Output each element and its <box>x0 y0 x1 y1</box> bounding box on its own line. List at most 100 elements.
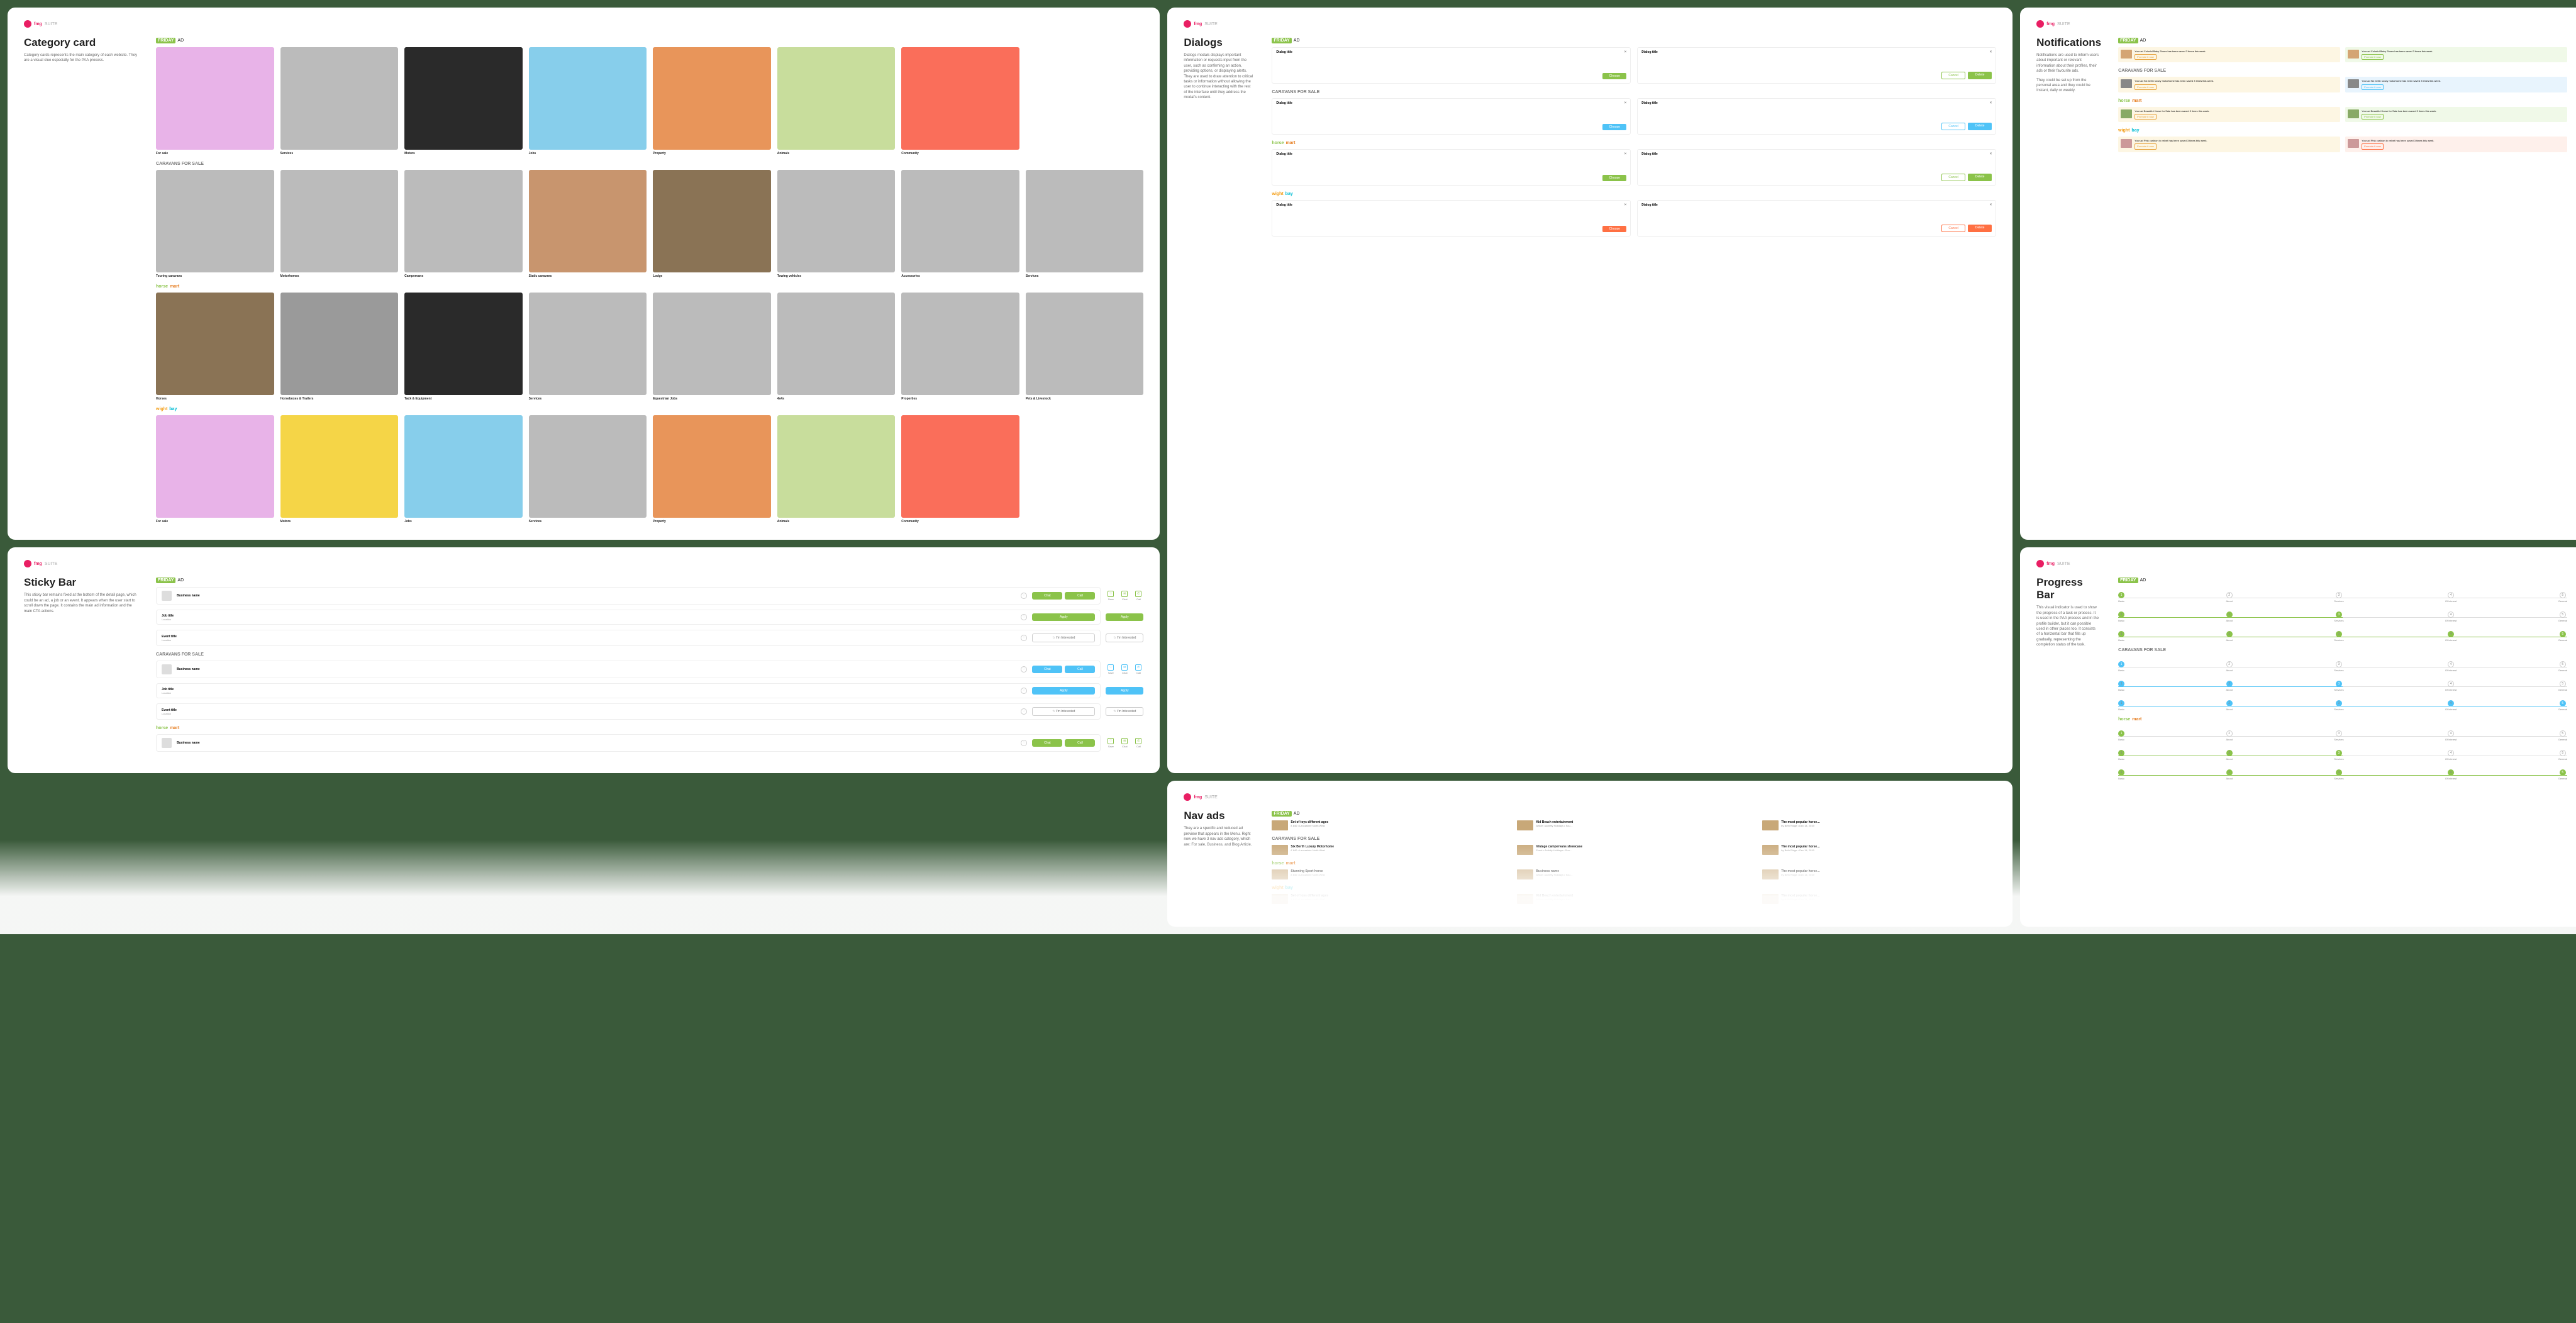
nav-ad[interactable]: The most popular horse…by Beth Ridge • D… <box>1762 820 1996 830</box>
progress-step[interactable]: 3 <box>2336 750 2342 756</box>
cancel-button[interactable]: Cancel <box>1941 72 1965 79</box>
category-card[interactable]: Services <box>1026 170 1144 278</box>
progress-step[interactable]: 5 <box>2560 661 2566 667</box>
category-card[interactable]: Jobs <box>529 47 647 155</box>
close-icon[interactable]: × <box>1624 101 1627 105</box>
category-card[interactable]: Motors <box>280 415 399 523</box>
call-button[interactable]: Call <box>1065 592 1095 600</box>
progress-step[interactable]: 5 <box>2560 681 2566 687</box>
progress-step[interactable]: 1 <box>2118 730 2124 737</box>
category-card[interactable]: Community <box>901 47 1019 155</box>
category-card[interactable]: Motorhomes <box>280 170 399 278</box>
nav-ad[interactable]: Vintage campervans showcaseEvent • Activ… <box>1517 845 1751 855</box>
progress-step[interactable]: 3 <box>2336 592 2342 598</box>
progress-step[interactable]: 3 <box>2336 769 2342 776</box>
progress-step[interactable]: 1 <box>2118 661 2124 667</box>
chat-icon[interactable]: ✉ <box>1121 591 1128 597</box>
save-icon[interactable]: ♡ <box>1108 591 1114 597</box>
close-icon[interactable]: × <box>1990 50 1992 54</box>
interested-button[interactable]: ☆ I’m Interested <box>1106 634 1143 642</box>
progress-step[interactable]: 3 <box>2336 631 2342 637</box>
progress-step[interactable]: 4 <box>2448 681 2454 687</box>
interested-button[interactable]: ☆ I’m Interested <box>1032 634 1095 642</box>
progress-step[interactable]: 2 <box>2226 631 2233 637</box>
call-button[interactable]: Call <box>1065 666 1095 673</box>
progress-step[interactable]: 5 <box>2560 592 2566 598</box>
heart-icon[interactable]: ♡ <box>1021 635 1027 641</box>
category-card[interactable]: Properties <box>901 293 1019 401</box>
delete-button[interactable]: Delete <box>1968 72 1992 79</box>
category-card[interactable]: Pets & Livestock <box>1026 293 1144 401</box>
category-card[interactable]: Tack & Equipment <box>404 293 523 401</box>
progress-step[interactable]: 2 <box>2226 592 2233 598</box>
heart-icon[interactable]: ♡ <box>1021 593 1027 599</box>
progress-step[interactable]: 1 <box>2118 592 2124 598</box>
progress-step[interactable]: 5 <box>2560 750 2566 756</box>
progress-step[interactable]: 1 <box>2118 769 2124 776</box>
progress-step[interactable]: 2 <box>2226 700 2233 706</box>
category-card[interactable]: Property <box>653 415 771 523</box>
delete-button[interactable]: Delete <box>1968 225 1992 232</box>
category-card[interactable]: Services <box>529 293 647 401</box>
nav-ad[interactable]: Business nameArticle • Activity Holidays… <box>1517 869 1751 879</box>
progress-step[interactable]: 2 <box>2226 681 2233 687</box>
progress-step[interactable]: 4 <box>2448 631 2454 637</box>
progress-step[interactable]: 5 <box>2560 611 2566 618</box>
category-card[interactable]: Community <box>901 415 1019 523</box>
progress-step[interactable]: 4 <box>2448 661 2454 667</box>
category-card[interactable]: Horses <box>156 293 274 401</box>
category-card[interactable]: Campervans <box>404 170 523 278</box>
progress-step[interactable]: 2 <box>2226 611 2233 618</box>
heart-icon[interactable]: ♡ <box>1021 614 1027 620</box>
progress-step[interactable]: 2 <box>2226 661 2233 667</box>
promote-button[interactable]: Promote it now <box>2362 54 2384 60</box>
category-card[interactable]: Equestrian Jobs <box>653 293 771 401</box>
category-card[interactable]: Property <box>653 47 771 155</box>
progress-step[interactable]: 4 <box>2448 611 2454 618</box>
progress-step[interactable]: 1 <box>2118 611 2124 618</box>
category-card[interactable]: Touring caravans <box>156 170 274 278</box>
delete-button[interactable]: Delete <box>1968 174 1992 181</box>
progress-step[interactable]: 2 <box>2226 730 2233 737</box>
category-card[interactable]: For sale <box>156 47 274 155</box>
category-card[interactable]: Accessories <box>901 170 1019 278</box>
delete-button[interactable]: Delete <box>1968 123 1992 130</box>
category-card[interactable]: Static caravans <box>529 170 647 278</box>
progress-step[interactable]: 3 <box>2336 681 2342 687</box>
category-card[interactable]: 4x4s <box>777 293 896 401</box>
category-card[interactable]: Towing vehicles <box>777 170 896 278</box>
cancel-button[interactable]: Cancel <box>1941 174 1965 181</box>
close-icon[interactable]: × <box>1990 101 1992 105</box>
apply-button[interactable]: Apply <box>1032 613 1095 621</box>
progress-step[interactable]: 2 <box>2226 750 2233 756</box>
close-icon[interactable]: × <box>1624 50 1627 54</box>
call-icon[interactable]: ✆ <box>1135 591 1141 597</box>
close-icon[interactable]: × <box>1624 152 1627 156</box>
close-icon[interactable]: × <box>1990 152 1992 156</box>
nav-ad[interactable]: The most popular horse…by Beth Ridge • D… <box>1762 845 1996 855</box>
category-card[interactable]: Animals <box>777 415 896 523</box>
progress-step[interactable]: 3 <box>2336 730 2342 737</box>
nav-ad[interactable]: The most popular horse…by Beth Ridge • D… <box>1762 869 1996 879</box>
choose-button[interactable]: Choose <box>1602 226 1626 232</box>
progress-step[interactable]: 5 <box>2560 769 2566 776</box>
progress-step[interactable]: 5 <box>2560 700 2566 706</box>
progress-step[interactable]: 4 <box>2448 730 2454 737</box>
close-icon[interactable]: × <box>1990 203 1992 207</box>
close-icon[interactable]: × <box>1624 203 1627 207</box>
progress-step[interactable]: 5 <box>2560 730 2566 737</box>
nav-ad[interactable]: Set of toys different ages£ 840 • Lancas… <box>1272 820 1506 830</box>
progress-step[interactable]: 4 <box>2448 769 2454 776</box>
progress-step[interactable]: 4 <box>2448 700 2454 706</box>
nav-ad[interactable]: Kid Beach entertainmentArticle • Activit… <box>1517 894 1751 904</box>
choose-button[interactable]: Choose <box>1602 124 1626 130</box>
promote-button[interactable]: Promote it now <box>2135 54 2157 60</box>
progress-step[interactable]: 5 <box>2560 631 2566 637</box>
nav-ad[interactable]: Kid Beach entertainmentArticle • Activit… <box>1517 820 1751 830</box>
progress-step[interactable]: 1 <box>2118 700 2124 706</box>
progress-step[interactable]: 1 <box>2118 750 2124 756</box>
nav-ad[interactable]: Set of toys different ages£ 840 • Lancas… <box>1272 894 1506 904</box>
progress-step[interactable]: 3 <box>2336 611 2342 618</box>
choose-button[interactable]: Choose <box>1602 175 1626 181</box>
category-card[interactable]: Services <box>280 47 399 155</box>
